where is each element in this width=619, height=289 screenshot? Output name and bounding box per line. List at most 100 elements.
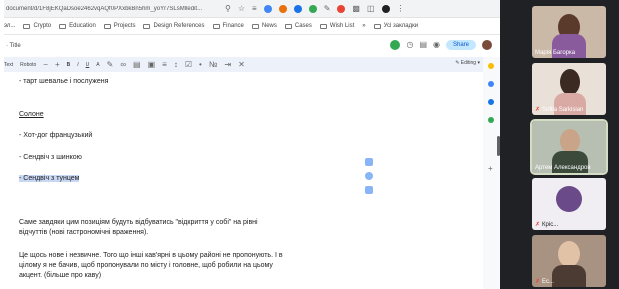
- bookmarks-overflow[interactable]: »: [362, 23, 365, 29]
- puzzle-icon[interactable]: ▩: [352, 4, 360, 13]
- add-comment-icon[interactable]: [365, 158, 373, 166]
- font-select[interactable]: Roboto: [20, 62, 36, 68]
- bookmark-education[interactable]: Education: [59, 23, 96, 29]
- star-icon[interactable]: ☆: [238, 4, 245, 13]
- url-field[interactable]: document/d/1F8jEKQaDsoe2462vqAQf0PXxbkBn…: [4, 6, 219, 12]
- folder-icon: [251, 23, 259, 29]
- doc-line: відчуттів (нові гастрономічні враження).: [19, 229, 149, 236]
- doc-line: цілому я не бачив, щоб пропонували по мі…: [19, 262, 273, 269]
- link-icon[interactable]: ∞: [120, 60, 126, 69]
- text-color-icon[interactable]: A: [96, 62, 99, 68]
- editing-mode-select[interactable]: ✎ Editing ▾: [455, 60, 480, 66]
- bookmark-news[interactable]: News: [251, 23, 277, 29]
- doc-heading: Солоне: [19, 111, 44, 118]
- doc-title[interactable]: · Title: [6, 43, 21, 49]
- extension-red-icon[interactable]: [337, 4, 346, 13]
- camera-icon[interactable]: ◉: [433, 41, 440, 49]
- sidebar-icon[interactable]: ◫: [367, 4, 375, 13]
- mic-off-icon: ✗: [535, 107, 541, 113]
- insert-image-icon[interactable]: ▣: [148, 60, 156, 69]
- highlight-icon[interactable]: ✎: [107, 60, 114, 69]
- mic-off-icon: ✗: [535, 279, 541, 285]
- participant-video: [560, 129, 580, 153]
- menu-icon[interactable]: ≡: [252, 4, 257, 13]
- bold-icon[interactable]: B: [67, 62, 71, 68]
- search-icon[interactable]: ⚲: [225, 4, 231, 13]
- side-panel-rail: +: [483, 57, 500, 289]
- maps-icon[interactable]: [488, 117, 494, 123]
- bookmark-cases[interactable]: Cases: [284, 23, 312, 29]
- keep-icon[interactable]: [488, 63, 494, 69]
- share-button[interactable]: Share: [445, 40, 476, 50]
- tasks-icon[interactable]: [488, 81, 494, 87]
- participant-tile-active[interactable]: Артем Александров: [530, 119, 608, 175]
- italic-icon[interactable]: I: [77, 62, 78, 68]
- bulleted-list-icon[interactable]: •: [199, 60, 202, 69]
- add-addon-icon[interactable]: +: [488, 165, 493, 173]
- kebab-menu-icon[interactable]: ⋮: [397, 4, 405, 13]
- extension-green-icon[interactable]: [308, 4, 317, 13]
- participant-tile[interactable]: ✗ Ес...: [532, 235, 606, 287]
- insert-comment-icon[interactable]: ▤: [133, 60, 141, 69]
- suggest-edit-icon[interactable]: [365, 186, 373, 194]
- bookmark-finance[interactable]: Finance: [212, 23, 244, 29]
- participant-avatar: [556, 186, 582, 212]
- indent-icon[interactable]: ⇥: [224, 60, 231, 69]
- checklist-icon[interactable]: ☑: [185, 60, 192, 69]
- extension-shield-icon[interactable]: [293, 4, 302, 13]
- profile-icon[interactable]: [381, 4, 390, 13]
- folder-icon: [212, 23, 220, 29]
- numbered-list-icon[interactable]: №: [209, 60, 218, 69]
- participant-tile[interactable]: ✗ Кріс...: [532, 178, 606, 230]
- emoji-reaction-icon[interactable]: [365, 172, 373, 180]
- address-bar: document/d/1F8jEKQaDsoe2462vqAQf0PXxbkBn…: [4, 0, 500, 18]
- meet-icon[interactable]: [390, 40, 401, 50]
- participant-name: Артем Александров: [535, 165, 591, 171]
- doc-line-selected: - Сендвіч з тунцем: [19, 175, 80, 182]
- style-select[interactable]: Text: [4, 62, 13, 68]
- comment-icon[interactable]: ▤: [419, 41, 427, 49]
- participant-video: [558, 241, 580, 267]
- video-call-panel: Марія Багорка ✗ Sofiia Sarkisian Артем Ал…: [500, 0, 619, 289]
- formatting-toolbar: Text Roboto − + B I U A ✎ ∞ ▤ ▣ ≡ ↕ ☑ • …: [4, 57, 500, 72]
- bookmark-all-bookmarks[interactable]: Усі закладки: [373, 23, 418, 29]
- bookmark-wish-list[interactable]: Wish List: [319, 23, 354, 29]
- docs-header-actions: ◷ ▤ ◉ Share: [390, 40, 492, 50]
- participant-name: Марія Багорка: [535, 50, 576, 56]
- document-page[interactable]: - тарт шевалье і послуженя Солоне - Хот-…: [4, 72, 484, 289]
- extension-blue-icon[interactable]: [263, 4, 272, 13]
- floating-actions: [365, 158, 375, 200]
- participant-tile[interactable]: Марія Багорка: [532, 6, 606, 58]
- participant-video: [552, 265, 586, 287]
- docs-header: · Title ◷ ▤ ◉ Share: [4, 35, 500, 57]
- folder-icon: [143, 23, 151, 29]
- avatar[interactable]: [482, 40, 492, 50]
- underline-icon[interactable]: U: [86, 62, 90, 68]
- clear-format-icon[interactable]: ✕: [238, 60, 245, 69]
- mic-off-icon: ✗: [535, 222, 541, 228]
- pen-icon[interactable]: ✎: [324, 4, 331, 13]
- contacts-icon[interactable]: [488, 99, 494, 105]
- align-icon[interactable]: ≡: [162, 60, 167, 69]
- folder-icon: [59, 23, 67, 29]
- line-spacing-icon[interactable]: ↕: [174, 60, 178, 69]
- history-icon[interactable]: ◷: [406, 41, 413, 49]
- folder-icon: [373, 23, 381, 29]
- bookmark-crypto[interactable]: Crypto: [23, 23, 51, 29]
- bookmark-projects[interactable]: Projects: [103, 23, 135, 29]
- participant-name: ✗ Sofiia Sarkisian: [535, 107, 584, 113]
- participant-name: ✗ Ес...: [535, 279, 554, 285]
- doc-line: - тарт шевалье і послуженя: [19, 78, 109, 85]
- font-size-plus-icon[interactable]: +: [55, 60, 60, 69]
- participant-name: ✗ Кріс...: [535, 222, 559, 228]
- bookmark-design-references[interactable]: Design References: [143, 23, 205, 29]
- folder-icon: [284, 23, 292, 29]
- bookmark-apps[interactable]: эл...: [4, 23, 15, 29]
- doc-line: акцент. (більше про каву): [19, 272, 102, 279]
- font-size-minus-icon[interactable]: −: [43, 60, 48, 69]
- folder-icon: [319, 23, 327, 29]
- participant-video: [560, 69, 580, 95]
- extension-orange-icon[interactable]: [278, 4, 287, 13]
- participant-tile[interactable]: ✗ Sofiia Sarkisian: [532, 63, 606, 115]
- screen: document/d/1F8jEKQaDsoe2462vqAQf0PXxbkBn…: [0, 0, 619, 289]
